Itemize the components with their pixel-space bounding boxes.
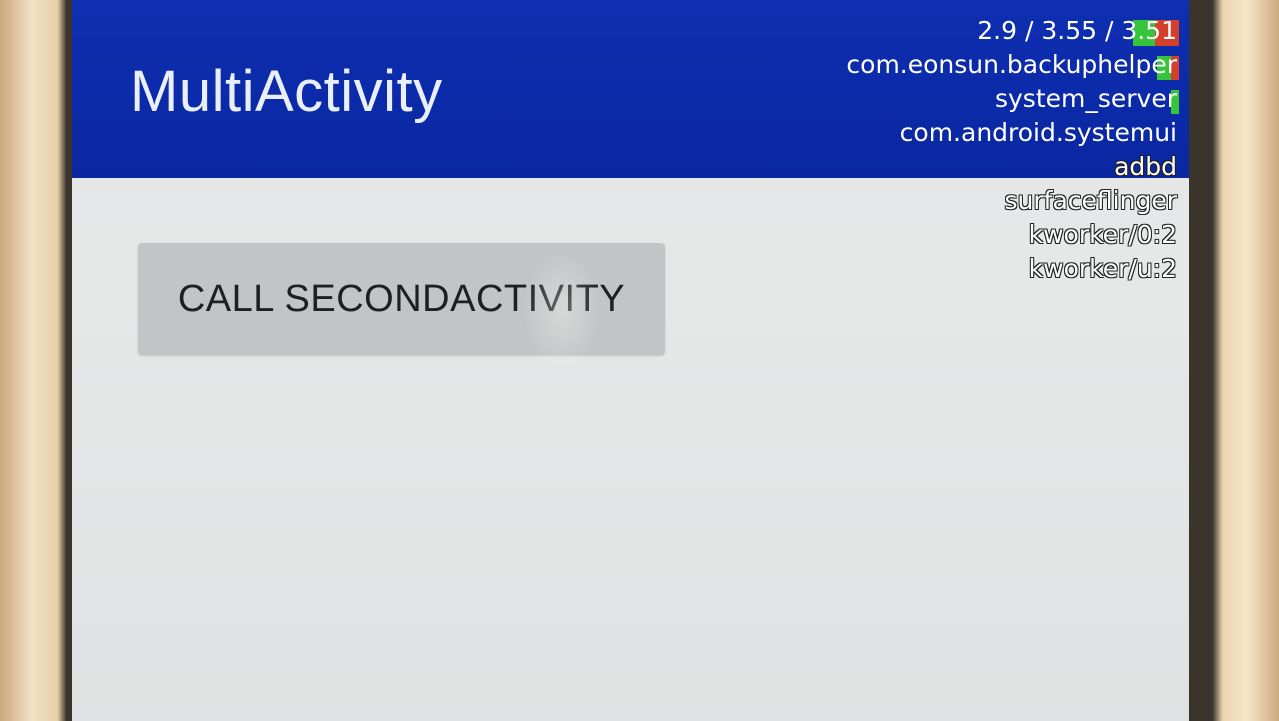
app-title: MultiActivity: [130, 59, 443, 124]
device-screen: MultiActivity 2.9 / 3.55 / 3.51 com.eons…: [72, 0, 1189, 721]
load-average: 2.9 / 3.55 / 3.51: [977, 16, 1179, 46]
cpu-load-overlay: 2.9 / 3.55 / 3.51 com.eonsun.backuphelpe…: [846, 14, 1179, 286]
process-item: surfaceflinger: [1004, 186, 1177, 215]
process-item: system_server: [994, 84, 1179, 114]
load-average-line: 2.9 / 3.55 / 3.51: [846, 14, 1179, 48]
process-item: com.eonsun.backuphelper: [846, 50, 1179, 80]
process-item: adbd: [1114, 152, 1177, 181]
process-item: kworker/0:2: [1028, 220, 1177, 249]
process-item: com.android.systemui: [899, 118, 1177, 147]
process-item: kworker/u:2: [1028, 254, 1177, 283]
call-secondactivity-button[interactable]: CALL SECONDACTIVITY: [138, 243, 665, 355]
